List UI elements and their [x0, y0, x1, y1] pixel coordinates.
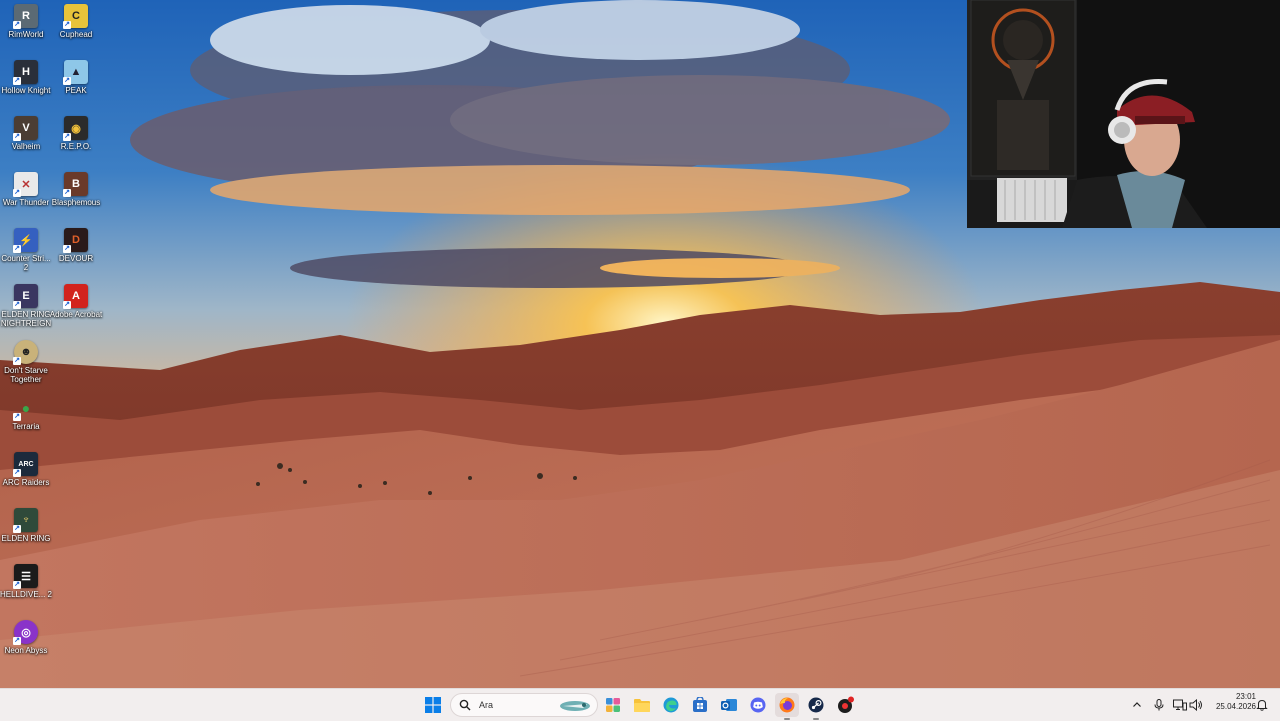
- desktop-icon-neon-abyss[interactable]: ◎ ↗ Neon Abyss: [0, 616, 52, 668]
- desktop-icon-peak[interactable]: ▲ ↗ PEAK: [50, 56, 102, 108]
- app-button[interactable]: [834, 693, 858, 717]
- folder-icon: [634, 699, 650, 712]
- arc-raiders-icon: ARC ↗: [13, 452, 38, 477]
- desktop-icon-label: Terraria: [12, 422, 40, 431]
- helldivers-icon: ☰ ↗: [13, 564, 38, 589]
- webcam-overlay: [967, 0, 1280, 228]
- devour-icon: D ↗: [63, 228, 88, 253]
- valheim-icon: V ↗: [13, 116, 38, 141]
- desktop-icon-label: ARC Raiders: [2, 478, 50, 487]
- desktop-icon-repo[interactable]: ◉ ↗ R.E.P.O.: [50, 112, 102, 164]
- terraria-icon: ● ↗: [13, 400, 31, 421]
- desktop-icon-label: RimWorld: [8, 30, 44, 39]
- peak-icon: ▲ ↗: [63, 60, 88, 85]
- search-placeholder: Ara: [479, 700, 494, 710]
- start-button[interactable]: [421, 693, 445, 717]
- volume-icon[interactable]: [1189, 698, 1203, 712]
- clock-date: 25.04.2026: [1215, 702, 1256, 711]
- steam-button[interactable]: [804, 693, 828, 720]
- desktop-icon-label: Hollow Knight: [1, 86, 51, 95]
- desktop-icon-devour[interactable]: D ↗ DEVOUR: [50, 224, 102, 276]
- store-icon: [693, 697, 707, 712]
- taskbar-clock[interactable]: 23:01 25.04.2026: [1206, 692, 1256, 712]
- desktop-icon-label: Blasphemous: [51, 198, 101, 207]
- firefox-icon: [779, 697, 795, 713]
- desktop-icon-label: Counter Stri... 2: [1, 254, 51, 272]
- neon-abyss-icon: ◎ ↗: [13, 620, 38, 645]
- desktop-icon-label: HELLDIVE... 2: [0, 590, 53, 599]
- desktop-icon-war-thunder[interactable]: ✕ ↗ War Thunder: [0, 168, 52, 220]
- desktop-icon-label: Don't Starve Together: [4, 366, 48, 384]
- windows-start-icon: [425, 697, 441, 713]
- desktop-icon-label: Cuphead: [59, 30, 93, 39]
- outlook-button[interactable]: [717, 693, 741, 717]
- desktop-icon-counter-strike[interactable]: ⚡ ↗ Counter Stri... 2: [0, 224, 52, 276]
- acrobat-icon: A ↗: [63, 284, 88, 309]
- widgets-button[interactable]: [601, 693, 625, 717]
- firefox-button[interactable]: [775, 693, 799, 720]
- chevron-up-icon[interactable]: [1130, 698, 1144, 712]
- search-highlight-icon: [560, 701, 590, 711]
- taskbar-search-box[interactable]: Ara: [450, 693, 598, 717]
- outlook-icon: [721, 699, 737, 711]
- desktop-icon-elden-ring[interactable]: ♆ ↗ ELDEN RING: [0, 504, 52, 556]
- steam-icon: [808, 697, 824, 713]
- desktop-icon-label: Valheim: [11, 142, 41, 151]
- search-icon: [459, 699, 471, 711]
- file-explorer-button[interactable]: [630, 693, 654, 717]
- widgets-icon: [606, 698, 620, 712]
- desktop-icon-valheim[interactable]: V ↗ Valheim: [0, 112, 52, 164]
- desktop-icon-label: ELDEN RING: [1, 534, 51, 543]
- desktop-icon-grid: R ↗ RimWorld C ↗ Cuphead H ↗ Hollow Knight …: [0, 0, 104, 688]
- desktop-icon-blasphemous[interactable]: B ↗ Blasphemous: [50, 168, 102, 220]
- war-thunder-icon: ✕ ↗: [13, 172, 38, 197]
- desktop-icon-label: Adobe Acrobat: [49, 310, 103, 319]
- elden-ring-icon: ♆ ↗: [13, 508, 38, 533]
- app-icon: [838, 696, 854, 713]
- desktop-icon-helldivers[interactable]: ☰ ↗ HELLDIVE... 2: [0, 560, 52, 612]
- network-icon[interactable]: [1173, 698, 1187, 712]
- desktop-icon-label: DEVOUR: [58, 254, 94, 263]
- taskbar: Ara: [0, 688, 1280, 721]
- edge-button[interactable]: [659, 693, 683, 717]
- desktop-icon-label: Neon Abyss: [4, 646, 48, 655]
- elden-ring-nightreign-icon: E ↗: [13, 284, 38, 309]
- rimworld-icon: R ↗: [13, 4, 38, 29]
- notification-bell-icon[interactable]: [1255, 698, 1269, 712]
- desktop-icon-adobe-acrobat[interactable]: A ↗ Adobe Acrobat: [50, 280, 102, 332]
- desktop-icon-label: ELDEN RING NIGHTREIGN: [0, 310, 52, 328]
- desktop-icon-rimworld[interactable]: R ↗ RimWorld: [0, 0, 52, 52]
- discord-icon: [750, 697, 766, 713]
- desktop-icon-cuphead[interactable]: C ↗ Cuphead: [50, 0, 102, 52]
- counter-strike-icon: ⚡ ↗: [13, 228, 38, 253]
- edge-icon: [663, 697, 679, 713]
- desktop-icon-elden-ring-nightreign[interactable]: E ↗ ELDEN RING NIGHTREIGN: [0, 280, 52, 332]
- dont-starve-icon: ☻ ↗: [13, 340, 38, 365]
- cuphead-icon: C ↗: [63, 4, 88, 29]
- desktop-icon-label: R.E.P.O.: [60, 142, 92, 151]
- hollow-knight-icon: H ↗: [13, 60, 38, 85]
- desktop-icon-terraria[interactable]: ● ↗ Terraria: [0, 392, 52, 444]
- desktop-icon-dont-starve[interactable]: ☻ ↗ Don't Starve Together: [0, 336, 52, 388]
- desktop-icon-arc-raiders[interactable]: ARC ↗ ARC Raiders: [0, 448, 52, 500]
- store-button[interactable]: [688, 693, 712, 717]
- repo-icon: ◉ ↗: [63, 116, 88, 141]
- desktop-icon-hollow-knight[interactable]: H ↗ Hollow Knight: [0, 56, 52, 108]
- desktop-icon-label: PEAK: [65, 86, 87, 95]
- desktop-icon-label: War Thunder: [2, 198, 50, 207]
- microphone-icon[interactable]: [1152, 698, 1166, 712]
- discord-button[interactable]: [746, 693, 770, 717]
- clock-time: 23:01: [1235, 692, 1256, 701]
- blasphemous-icon: B ↗: [63, 172, 88, 197]
